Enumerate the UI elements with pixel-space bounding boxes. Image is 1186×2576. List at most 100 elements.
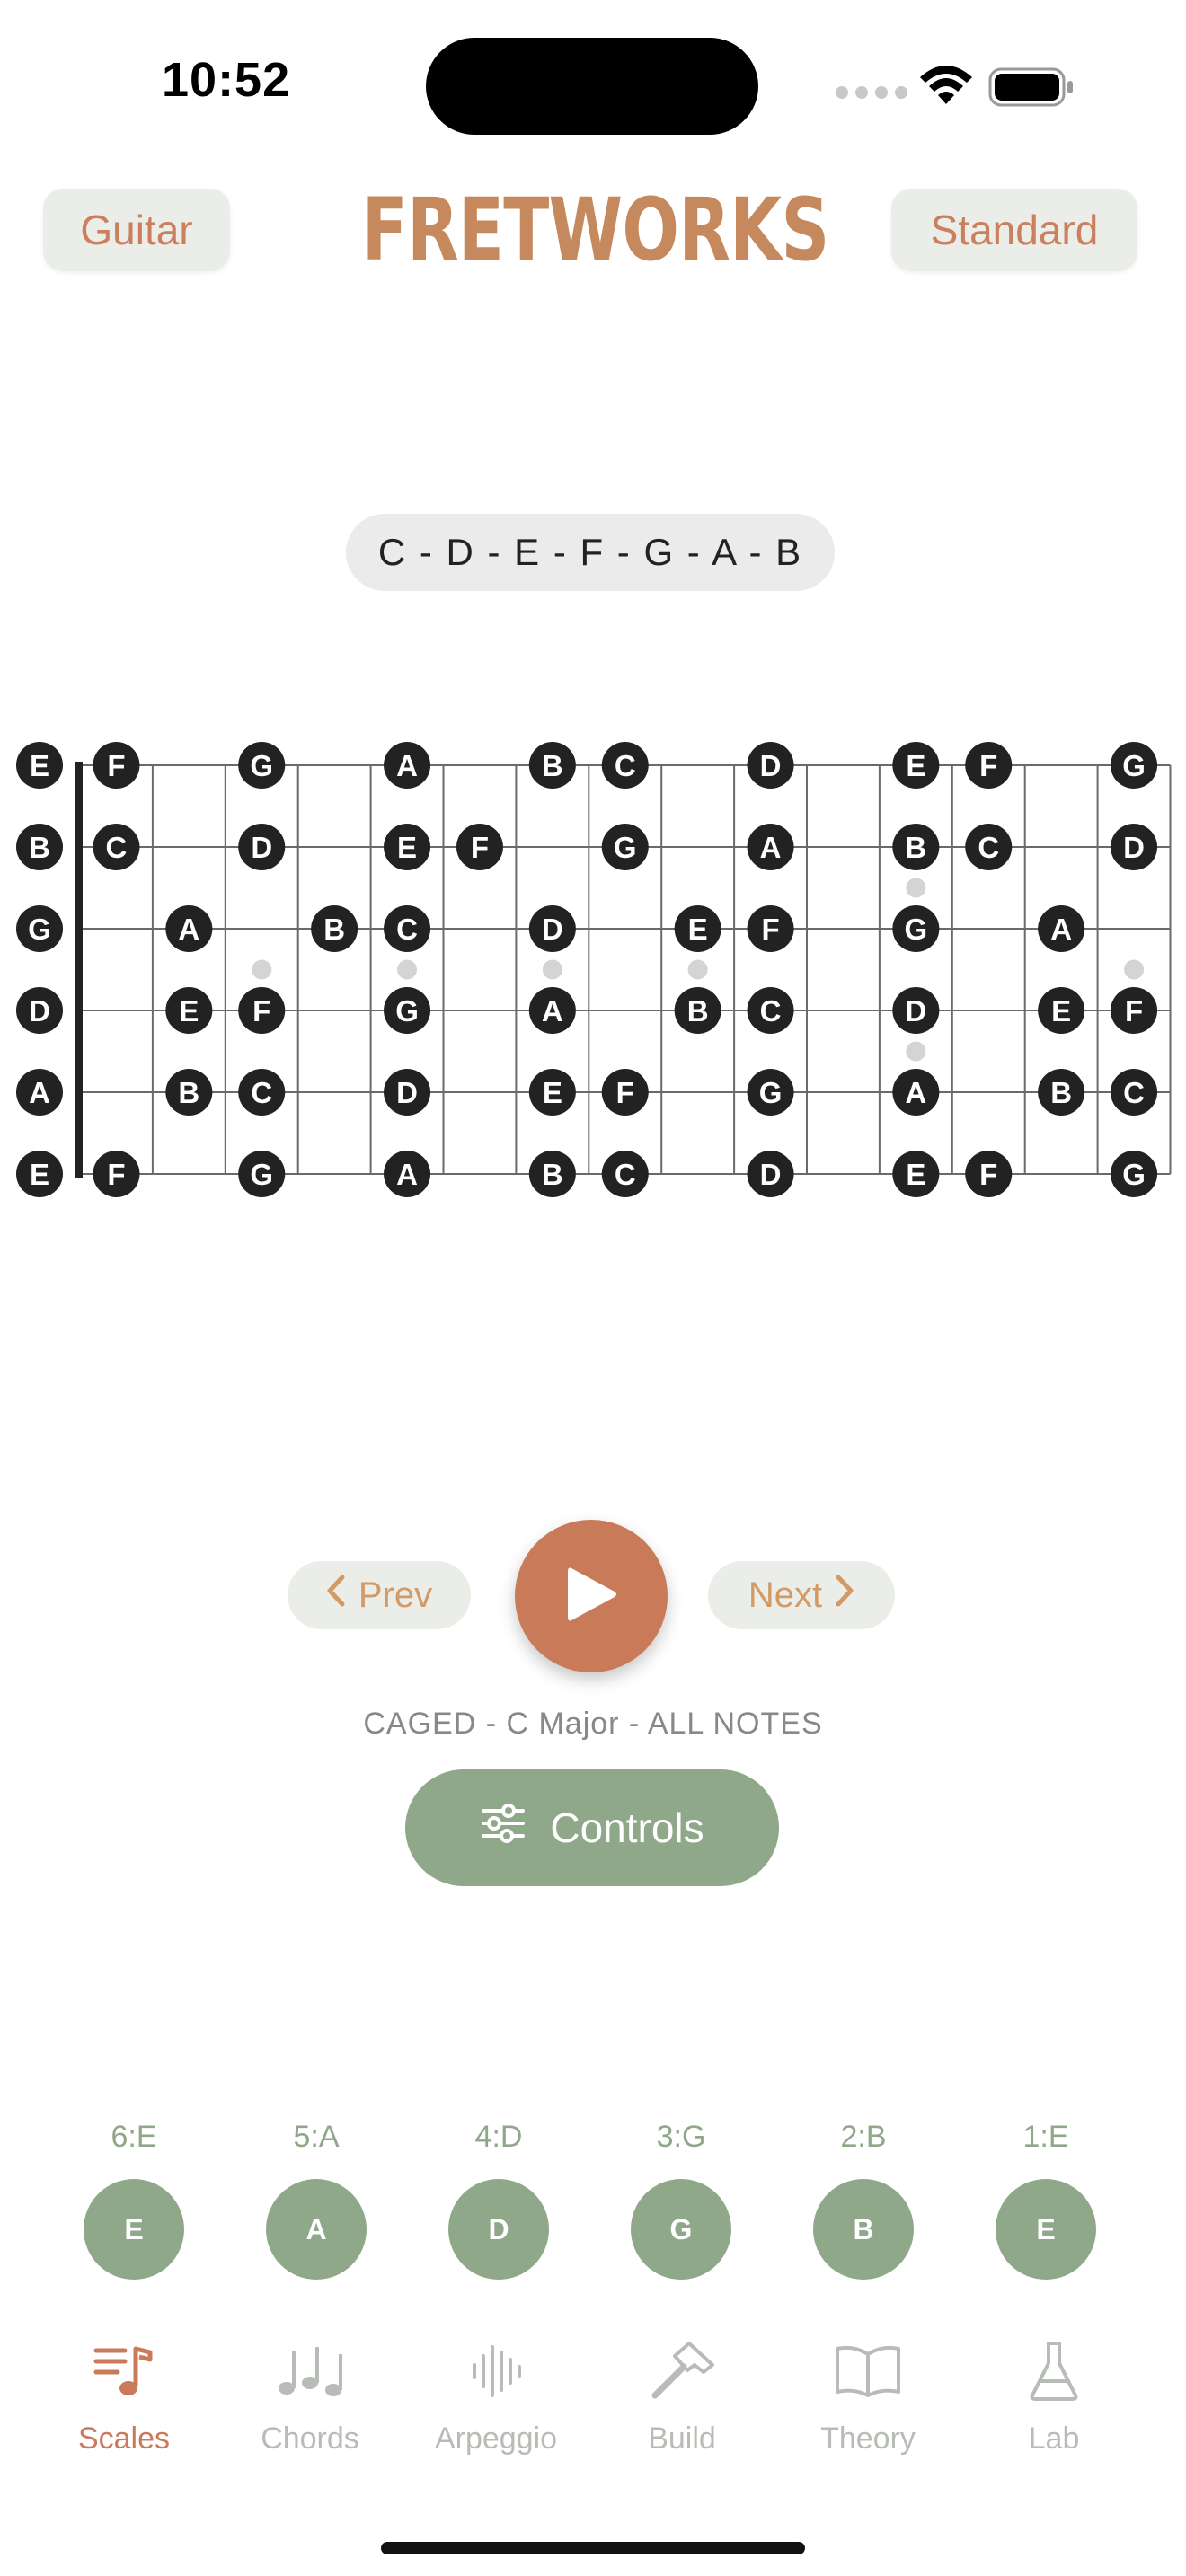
- fret-note[interactable]: F: [965, 742, 1013, 789]
- fret-note[interactable]: G: [1111, 742, 1158, 789]
- fret-note[interactable]: C: [601, 742, 649, 789]
- fret-note[interactable]: F: [747, 905, 794, 952]
- fret-note[interactable]: B: [165, 1069, 213, 1116]
- note-label: A: [1050, 913, 1072, 946]
- string-note-button[interactable]: D: [448, 2179, 549, 2280]
- instrument-selector-button[interactable]: Guitar: [43, 189, 230, 271]
- fret-note[interactable]: G: [384, 987, 431, 1034]
- fret-note[interactable]: B: [528, 1151, 576, 1197]
- tab-build[interactable]: Build: [601, 2335, 763, 2457]
- note-label: B: [687, 994, 709, 1028]
- fret-note[interactable]: D: [747, 1151, 794, 1197]
- fret-note[interactable]: A: [892, 1069, 940, 1116]
- tab-scales[interactable]: Scales: [43, 2335, 205, 2457]
- fret-note[interactable]: G: [1111, 1151, 1158, 1197]
- string-5: 5:A A: [244, 2120, 388, 2280]
- open-string-note[interactable]: A: [16, 1069, 63, 1116]
- fret-note[interactable]: C: [1111, 1069, 1158, 1116]
- controls-button[interactable]: Controls: [405, 1769, 779, 1886]
- fret-note[interactable]: D: [384, 1069, 431, 1116]
- open-string-note[interactable]: E: [16, 742, 63, 789]
- note-label: E: [30, 1158, 49, 1191]
- fret-note[interactable]: A: [528, 987, 576, 1034]
- fret-note[interactable]: B: [311, 905, 358, 952]
- string-4: 4:D D: [427, 2120, 571, 2280]
- fret-note[interactable]: G: [238, 742, 286, 789]
- fret-note[interactable]: C: [747, 987, 794, 1034]
- string-note-button[interactable]: E: [996, 2179, 1096, 2280]
- tab-chords[interactable]: Chords: [229, 2335, 391, 2457]
- fret-note[interactable]: E: [1038, 987, 1085, 1034]
- play-button[interactable]: [515, 1520, 668, 1672]
- fret-note[interactable]: D: [238, 824, 286, 870]
- tuning-selector-button[interactable]: Standard: [891, 189, 1137, 271]
- tab-label: Chords: [261, 2422, 359, 2456]
- chevron-left-icon: [326, 1574, 346, 1617]
- tab-theory[interactable]: Theory: [787, 2335, 949, 2457]
- fret-note[interactable]: F: [965, 1151, 1013, 1197]
- note-label: D: [29, 994, 50, 1028]
- fret-note[interactable]: G: [892, 905, 940, 952]
- string-note-button[interactable]: A: [266, 2179, 367, 2280]
- string-3: 3:G G: [609, 2120, 753, 2280]
- fret-note[interactable]: D: [892, 987, 940, 1034]
- fret-note[interactable]: B: [528, 742, 576, 789]
- prev-button[interactable]: Prev: [288, 1561, 471, 1629]
- fret-note[interactable]: G: [238, 1151, 286, 1197]
- tab-lab[interactable]: Lab: [973, 2335, 1135, 2457]
- fret-note[interactable]: D: [747, 742, 794, 789]
- open-string-note[interactable]: G: [16, 905, 63, 952]
- fretboard[interactable]: E B G D A E F G A B C D E F G C D E F G A B C D A B C D E F G A E F G A B C D E…: [0, 737, 1186, 1226]
- fret-note[interactable]: E: [892, 742, 940, 789]
- fret-note[interactable]: A: [747, 824, 794, 870]
- fret-note[interactable]: E: [384, 824, 431, 870]
- fret-note[interactable]: A: [384, 742, 431, 789]
- fret-note[interactable]: C: [384, 905, 431, 952]
- fret-marker-dot: [687, 959, 708, 980]
- fret-note[interactable]: F: [93, 1151, 140, 1197]
- next-button[interactable]: Next: [708, 1561, 895, 1629]
- wifi-icon: [916, 63, 976, 112]
- open-string-note[interactable]: E: [16, 1151, 63, 1197]
- fret-note[interactable]: E: [528, 1069, 576, 1116]
- fret-note[interactable]: F: [238, 987, 286, 1034]
- fret-note[interactable]: G: [747, 1069, 794, 1116]
- note-label: G: [28, 913, 51, 946]
- note-label: C: [615, 1158, 636, 1191]
- fret-note[interactable]: C: [238, 1069, 286, 1116]
- string-note-button[interactable]: G: [631, 2179, 731, 2280]
- note-label: D: [760, 749, 782, 782]
- fret-note[interactable]: A: [165, 905, 213, 952]
- fret-note[interactable]: B: [1038, 1069, 1085, 1116]
- fret-note[interactable]: A: [384, 1151, 431, 1197]
- note-label: F: [252, 994, 270, 1028]
- note-label: E: [688, 913, 708, 946]
- fret-note[interactable]: E: [165, 987, 213, 1034]
- fret-note[interactable]: G: [601, 824, 649, 870]
- fret-note[interactable]: D: [528, 905, 576, 952]
- note-label: F: [107, 1158, 125, 1191]
- hammer-icon: [601, 2335, 763, 2407]
- fret-note[interactable]: F: [456, 824, 503, 870]
- fret-note[interactable]: E: [674, 905, 721, 952]
- fret-note[interactable]: E: [892, 1151, 940, 1197]
- open-string-note[interactable]: B: [16, 824, 63, 870]
- note-label: F: [471, 831, 489, 864]
- fret-note[interactable]: C: [601, 1151, 649, 1197]
- string-note-button[interactable]: E: [84, 2179, 184, 2280]
- open-string-note[interactable]: D: [16, 987, 63, 1034]
- fret-note[interactable]: B: [674, 987, 721, 1034]
- fret-note[interactable]: C: [965, 824, 1013, 870]
- tab-label: Lab: [1028, 2422, 1080, 2456]
- string-note-button[interactable]: B: [813, 2179, 914, 2280]
- fret-note[interactable]: A: [1038, 905, 1085, 952]
- fret-note[interactable]: C: [93, 824, 140, 870]
- fret-note[interactable]: F: [1111, 987, 1158, 1034]
- fret-note[interactable]: D: [1111, 824, 1158, 870]
- fret-note[interactable]: F: [93, 742, 140, 789]
- fret-note[interactable]: B: [892, 824, 940, 870]
- tab-arpeggio[interactable]: Arpeggio: [415, 2335, 577, 2457]
- note-label: C: [396, 913, 418, 946]
- fret-note[interactable]: F: [601, 1069, 649, 1116]
- note-label: B: [1050, 1076, 1072, 1109]
